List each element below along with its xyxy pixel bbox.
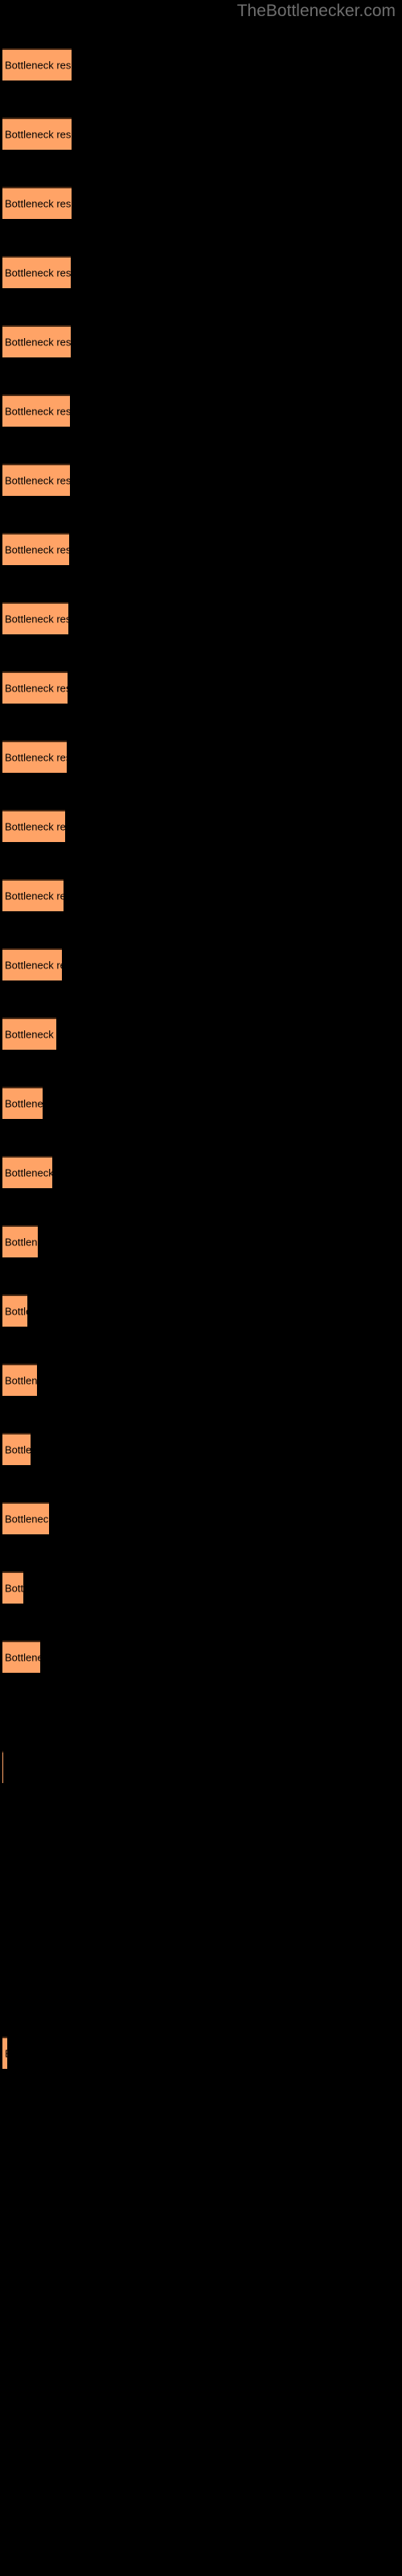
bar-11[interactable]: Bottleneck result bbox=[2, 810, 65, 842]
bar-13[interactable]: Bottleneck result bbox=[2, 948, 62, 980]
bar-12[interactable]: Bottleneck result bbox=[2, 879, 64, 911]
bar-9[interactable]: Bottleneck result bbox=[2, 671, 68, 704]
bar-20[interactable]: Bottleneck result bbox=[2, 1433, 31, 1465]
bar-label: Bottleneck result bbox=[5, 1651, 40, 1664]
bar-4[interactable]: Bottleneck result bbox=[2, 325, 71, 357]
bar-19[interactable]: Bottleneck result bbox=[2, 1364, 37, 1396]
bar-15[interactable]: Bottleneck result bbox=[2, 1087, 43, 1119]
bar-label: Bottleneck result bbox=[5, 1236, 38, 1249]
bar-label: Bottleneck result bbox=[5, 890, 64, 902]
bar-label: Bottleneck result bbox=[5, 1028, 56, 1041]
bars-layer: Bottleneck result Bottleneck result Bottle… bbox=[0, 0, 402, 2576]
bar-label: Bottleneck result bbox=[5, 543, 69, 556]
bar-label: Bottleneck result bbox=[5, 751, 67, 764]
bar-3[interactable]: Bottleneck result bbox=[2, 256, 71, 288]
bar-21[interactable]: Bottleneck result bbox=[2, 1502, 49, 1534]
bar-label: Bottleneck result bbox=[5, 1305, 27, 1318]
bar-label: Bottleneck result bbox=[5, 1097, 43, 1110]
bar-10[interactable]: Bottleneck result bbox=[2, 741, 67, 773]
bar-label: Bottleneck result bbox=[5, 613, 68, 625]
bar-17[interactable]: Bottleneck result bbox=[2, 1225, 38, 1257]
bottleneck-bar-chart: TheBottlenecker.com Bottleneck resultBot… bbox=[0, 0, 402, 2576]
bar-22[interactable]: Bottleneck result bbox=[2, 1571, 23, 1604]
bar-label: Bottleneck result bbox=[5, 1374, 37, 1387]
bar-5[interactable]: Bottleneck result bbox=[2, 394, 70, 427]
bar-label: Bottleneck result bbox=[5, 2048, 7, 2060]
bar-7[interactable]: Bottleneck result bbox=[2, 533, 69, 565]
bar-label: Bottleneck result bbox=[5, 266, 71, 279]
bar-24[interactable]: Bottleneck result bbox=[2, 1751, 3, 1783]
bar-label: Bottleneck result bbox=[5, 820, 65, 833]
bar-16[interactable]: Bottleneck result bbox=[2, 1156, 52, 1188]
bar-label: Bottleneck result bbox=[5, 405, 70, 418]
bar-25[interactable]: Bottleneck result bbox=[2, 2037, 7, 2069]
bar-23[interactable]: Bottleneck result bbox=[2, 1641, 40, 1673]
bar-label: Bottleneck result bbox=[5, 682, 68, 695]
bar-label: Bottleneck result bbox=[5, 59, 72, 72]
bar-label: Bottleneck result bbox=[5, 336, 71, 349]
bar-8[interactable]: Bottleneck result bbox=[2, 602, 68, 634]
bar-1[interactable]: Bottleneck result bbox=[2, 118, 72, 150]
bar-0[interactable]: Bottleneck result bbox=[2, 48, 72, 80]
bar-label: Bottleneck result bbox=[5, 197, 72, 210]
bar-6[interactable]: Bottleneck result bbox=[2, 464, 70, 496]
bar-2[interactable]: Bottleneck result bbox=[2, 187, 72, 219]
bar-label: Bottleneck result bbox=[5, 128, 72, 141]
bar-label: Bottleneck result bbox=[5, 474, 70, 487]
bar-label: Bottleneck result bbox=[5, 1582, 23, 1595]
bar-label: Bottleneck result bbox=[5, 1443, 31, 1456]
bar-label: Bottleneck result bbox=[5, 1513, 49, 1525]
bar-label: Bottleneck result bbox=[5, 959, 62, 972]
bar-label: Bottleneck result bbox=[5, 1166, 52, 1179]
bar-18[interactable]: Bottleneck result bbox=[2, 1294, 27, 1327]
bar-14[interactable]: Bottleneck result bbox=[2, 1018, 56, 1050]
